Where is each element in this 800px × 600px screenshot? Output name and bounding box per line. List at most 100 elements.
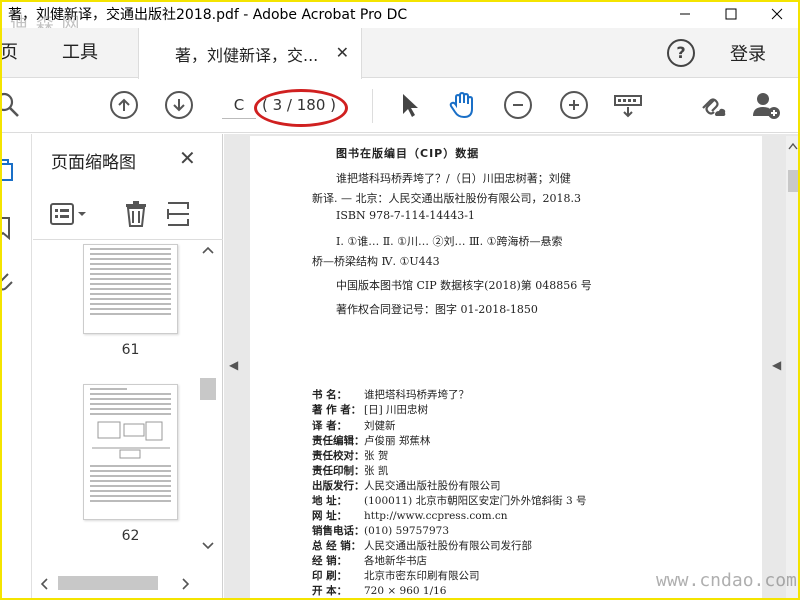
- add-user-icon[interactable]: [752, 91, 780, 119]
- scroll-down-icon[interactable]: [202, 542, 214, 550]
- thumbnail-options-icon[interactable]: [49, 202, 89, 226]
- tab-home[interactable]: 主页: [0, 28, 18, 78]
- close-window-button[interactable]: [754, 0, 800, 28]
- close-panel-icon[interactable]: ✕: [179, 146, 196, 170]
- page-number-input[interactable]: C: [222, 91, 256, 119]
- spec-label: 出版发行：: [312, 480, 365, 492]
- hand-tool-icon[interactable]: [448, 91, 476, 119]
- spec-row: 印 刷： 北京市密东印刷有限公司: [312, 568, 480, 583]
- spec-value: 人民交通出版社股份有限公司: [364, 480, 501, 492]
- spec-label: 经 销：: [312, 555, 348, 567]
- left-nav-strip: [0, 134, 32, 600]
- spec-value: 张 凯: [364, 465, 389, 477]
- plus-icon: [569, 100, 579, 110]
- next-page-button[interactable]: [165, 91, 193, 119]
- spec-label: 著 作 者：: [312, 404, 362, 416]
- spec-label: 书 名：: [312, 389, 348, 401]
- spec-row: 开 本： 720 × 960 1/16: [312, 583, 446, 598]
- close-icon: [771, 8, 783, 20]
- spec-row: 总 经 销： 人民交通出版社股份有限公司发行部: [312, 538, 532, 553]
- spec-value: 北京市密东印刷有限公司: [364, 570, 480, 582]
- spec-label: 印 刷：: [312, 570, 348, 582]
- keyboard-icon[interactable]: [614, 91, 642, 119]
- spec-value: http://www.ccpress.com.cn: [364, 510, 508, 522]
- spec-label: 开 本：: [312, 585, 348, 597]
- bookmarks-icon[interactable]: [0, 216, 14, 240]
- document-scrollbar[interactable]: [786, 136, 800, 600]
- cip-line: 中国版本图书馆 CIP 数据核字(2018)第 048856 号: [336, 279, 592, 292]
- expand-right-pane-icon[interactable]: ◀: [772, 358, 781, 372]
- login-button[interactable]: 登录: [730, 28, 766, 78]
- spec-row: 书 名： 谁把塔科玛桥弄垮了？: [312, 387, 469, 402]
- spec-value: 卢俊丽 郑蕉林: [364, 435, 431, 447]
- spec-label: 责任印制：: [312, 465, 365, 477]
- spec-label: 销售电话：: [312, 525, 365, 537]
- scroll-right-icon[interactable]: [182, 578, 190, 590]
- main-toolbar: C ( 3 / 180 ): [0, 79, 800, 133]
- spec-value: 720 × 960 1/16: [364, 585, 447, 597]
- collapse-left-pane-icon[interactable]: ◀: [229, 358, 238, 372]
- thumbnail-vertical-scrollbar[interactable]: [197, 242, 219, 598]
- spec-label: 总 经 销：: [312, 540, 362, 552]
- spec-label: 责任编辑：: [312, 435, 365, 447]
- spec-row: 责任校对：张 贺: [312, 448, 388, 463]
- spec-row: 地 址： (100011) 北京市朝阳区安定门外外馆斜街 3 号: [312, 493, 586, 508]
- close-tab-icon[interactable]: ✕: [336, 43, 349, 62]
- spec-row: 网 址： http://www.ccpress.com.cn: [312, 508, 508, 523]
- scrollbar-thumb[interactable]: [58, 576, 158, 590]
- spec-row: 销售电话：(010) 59757973: [312, 523, 449, 538]
- trash-icon[interactable]: [123, 200, 149, 228]
- spec-label: 责任校对：: [312, 450, 365, 462]
- toolbar-divider: [372, 89, 373, 123]
- tab-tools[interactable]: 工具: [62, 28, 98, 78]
- attachments-icon[interactable]: [0, 268, 14, 292]
- scrollbar-thumb[interactable]: [788, 170, 798, 192]
- spec-value: 人民交通出版社股份有限公司发行部: [364, 540, 532, 552]
- select-tool-icon[interactable]: [396, 91, 424, 119]
- minimize-button[interactable]: [662, 0, 708, 28]
- tab-document[interactable]: 著，刘健新译，交... ✕: [138, 28, 362, 79]
- spec-row: 译 者： 刘健新: [312, 418, 396, 433]
- spec-value: 各地新华书店: [364, 555, 427, 567]
- scroll-up-icon[interactable]: [202, 246, 214, 254]
- search-icon[interactable]: [0, 91, 22, 119]
- page-thumbnails-icon[interactable]: [0, 156, 16, 182]
- thumbnail-horizontal-scrollbar[interactable]: [36, 572, 196, 594]
- thumbnail-page-number: 62: [121, 528, 140, 544]
- minus-icon: [513, 104, 523, 106]
- extract-pages-icon[interactable]: [165, 200, 191, 228]
- tab-document-label: 著，刘健新译，交...: [175, 45, 319, 65]
- thumbnails-panel: 页面缩略图 ✕ 61 62: [33, 134, 223, 600]
- spec-value: [日] 川田忠树: [364, 404, 429, 416]
- zoom-in-button[interactable]: [560, 91, 588, 119]
- cip-line: 著作权合同登记号：图字 01-2018-1850: [336, 303, 538, 316]
- zoom-out-button[interactable]: [504, 91, 532, 119]
- spec-row: 责任编辑：卢俊丽 郑蕉林: [312, 433, 430, 448]
- scroll-up-icon[interactable]: [788, 142, 798, 150]
- previous-page-button[interactable]: [110, 91, 138, 119]
- arrow-up-icon: [118, 98, 130, 111]
- spec-row: 出版发行：人民交通出版社股份有限公司: [312, 478, 501, 493]
- cip-heading: 图书在版编目（CIP）数据: [336, 147, 480, 160]
- thumbnail-toolbar: [33, 190, 223, 240]
- thumbnail-page[interactable]: [83, 244, 178, 334]
- spec-value: (100011) 北京市朝阳区安定门外外馆斜街 3 号: [364, 495, 587, 507]
- spec-row: 著 作 者： [日] 川田忠树: [312, 402, 428, 417]
- thumbnail-page[interactable]: [83, 384, 178, 520]
- help-icon[interactable]: ?: [667, 39, 695, 67]
- cip-line: 桥—桥梁结构 Ⅳ. ①U443: [312, 255, 440, 268]
- scrollbar-thumb[interactable]: [200, 378, 216, 400]
- scroll-left-icon[interactable]: [40, 578, 48, 590]
- arrow-down-icon: [173, 99, 185, 112]
- thumbnails-panel-title: 页面缩略图: [51, 153, 136, 173]
- spec-label: 译 者：: [312, 420, 348, 432]
- thumbnail-diagram: [92, 421, 170, 459]
- share-link-icon[interactable]: [698, 91, 726, 119]
- spec-value: 谁把塔科玛桥弄垮了？: [364, 389, 469, 401]
- maximize-button[interactable]: [708, 0, 754, 28]
- window-controls: [662, 0, 800, 28]
- cip-line: Ⅰ. ①谁… Ⅱ. ①川… ②刘… Ⅲ. ①跨海桥—悬索: [336, 235, 563, 248]
- page-count-annotation: [254, 89, 348, 127]
- tab-bar: 主页 工具 著，刘健新译，交... ✕ ? 登录: [0, 28, 800, 79]
- spec-label: 网 址：: [312, 510, 348, 522]
